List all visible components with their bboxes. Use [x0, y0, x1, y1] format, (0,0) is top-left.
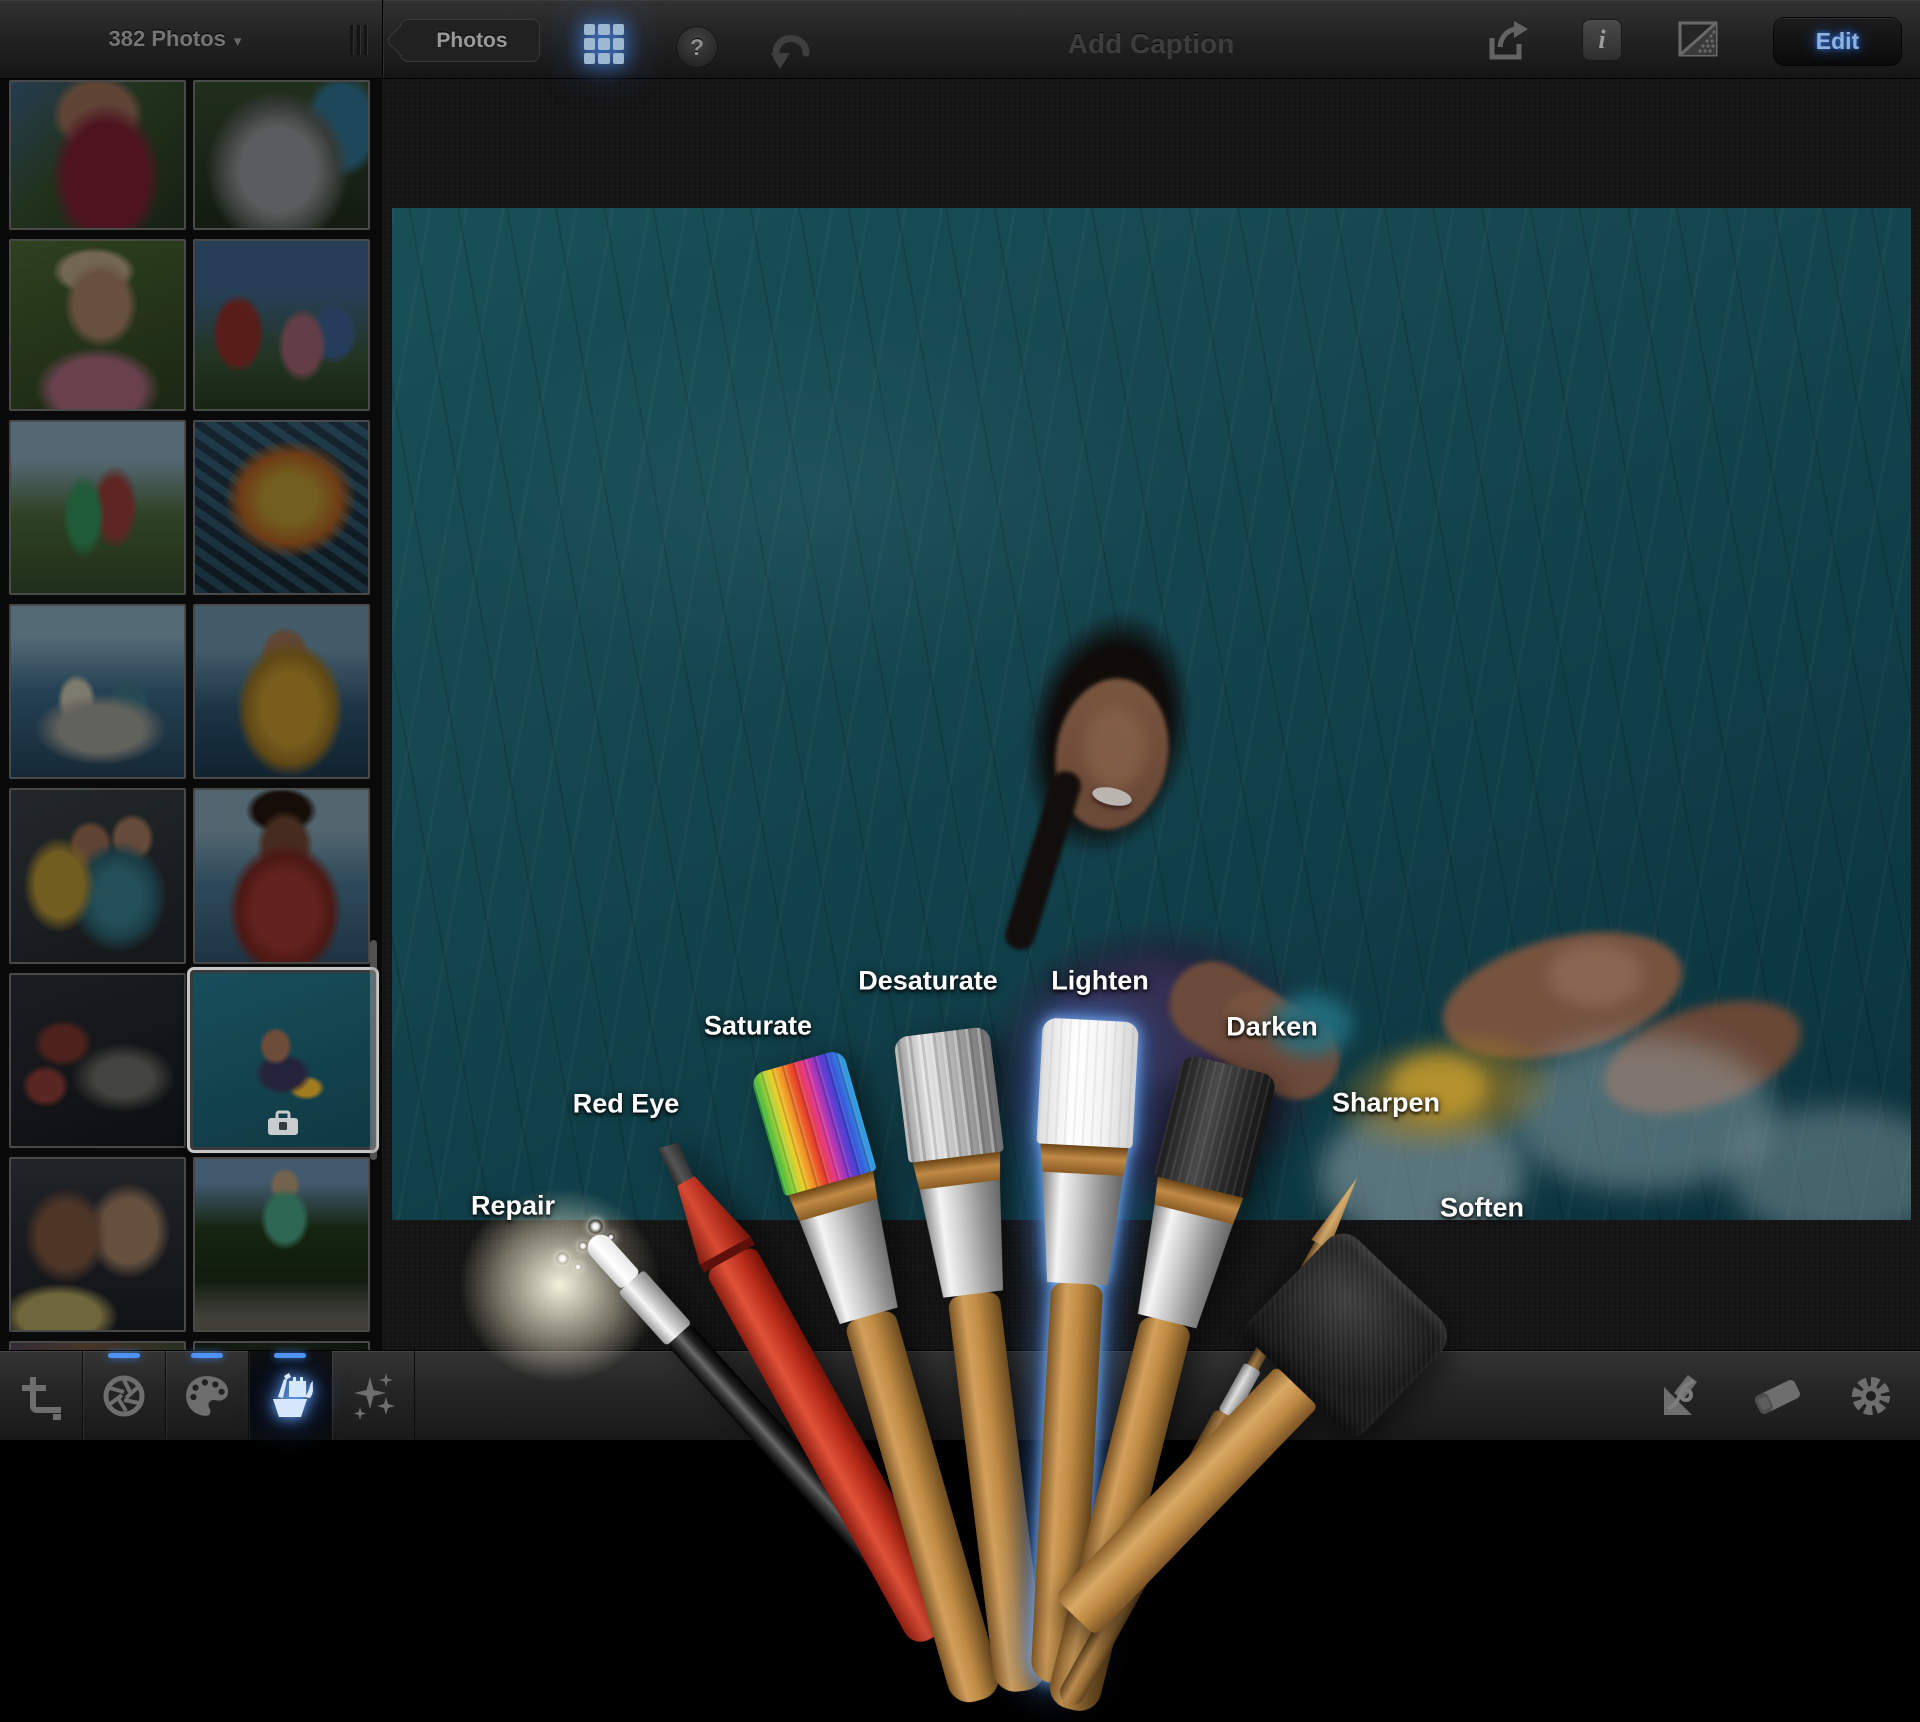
photo-count-label: 382 Photos	[109, 26, 226, 52]
thumbnail-photo[interactable]	[193, 239, 370, 411]
brushes-edits-indicator	[274, 1353, 306, 1358]
chevron-down-icon: ▾	[234, 28, 242, 50]
brush-label-darken: Darken	[1226, 1012, 1318, 1043]
info-icon: i	[1598, 25, 1605, 55]
tool-exposure[interactable]	[83, 1351, 166, 1440]
undo-button[interactable]	[764, 28, 814, 72]
thumbnail-photo-partial[interactable]	[9, 1341, 186, 1351]
sparkle-icon	[574, 1263, 582, 1271]
photo-canvas[interactable]	[392, 208, 1911, 1220]
thumbnail-photo[interactable]	[193, 788, 370, 964]
eraser-button[interactable]	[1746, 1351, 1808, 1440]
toolbar-divider	[382, 0, 383, 78]
thumbnail-photo[interactable]	[193, 80, 370, 230]
show-original-icon	[1676, 19, 1720, 59]
palette-icon	[183, 1373, 231, 1419]
settings-button[interactable]	[1840, 1351, 1902, 1440]
photo-dim-overlay	[392, 208, 1911, 1220]
thumbnail-photo[interactable]	[193, 420, 370, 595]
brush-ferrule	[1034, 1172, 1126, 1286]
tool-color[interactable]	[166, 1351, 249, 1440]
brush-label-saturate: Saturate	[704, 1011, 812, 1042]
brush-ferrule	[917, 1180, 1016, 1300]
sparkle-icon	[578, 1241, 588, 1251]
sparkle-icon	[556, 1252, 569, 1265]
color-edits-indicator	[191, 1353, 223, 1358]
brush-label-soften: Soften	[1440, 1193, 1524, 1224]
brush-bristles	[1036, 1017, 1138, 1148]
thumbnail-photo[interactable]	[9, 420, 186, 595]
show-strokes-button[interactable]	[1652, 1351, 1714, 1440]
toolbox-badge-icon	[266, 1110, 300, 1138]
brush-band	[1038, 1143, 1129, 1176]
eraser-icon	[1749, 1371, 1805, 1421]
share-icon	[1483, 19, 1531, 63]
thumbnail-photo[interactable]	[9, 604, 186, 779]
thumbnail-photo[interactable]	[193, 1157, 370, 1332]
photo-count-dropdown[interactable]: 382 Photos ▾	[0, 0, 350, 78]
aperture-icon	[100, 1372, 148, 1420]
brush-ferrule	[1125, 1204, 1235, 1332]
grid-view-icon[interactable]	[584, 24, 624, 64]
thumbnail-photo-partial[interactable]	[193, 1341, 370, 1351]
brush-label-red-eye: Red Eye	[573, 1089, 680, 1120]
tool-crop[interactable]	[0, 1351, 83, 1440]
sidebar-scrollbar[interactable]	[370, 940, 377, 1160]
brush-label-repair: Repair	[471, 1191, 555, 1222]
brush-bristles	[893, 1026, 1004, 1163]
exposure-edits-indicator	[108, 1353, 140, 1358]
sparkles-icon	[348, 1371, 398, 1421]
brush-label-lighten: Lighten	[1051, 966, 1148, 997]
show-original-button[interactable]	[1676, 19, 1720, 59]
thumbnail-photo-selected[interactable]	[187, 967, 379, 1153]
thumbnail-sidebar	[0, 78, 382, 1351]
brush-ferrule	[797, 1198, 910, 1327]
undo-icon	[764, 28, 814, 72]
tool-effects[interactable]	[332, 1351, 415, 1440]
thumbnail-photo[interactable]	[193, 604, 370, 779]
thumbnail-photo[interactable]	[9, 80, 186, 230]
tool-brushes-selected[interactable]	[249, 1351, 332, 1440]
edit-button-label: Edit	[1816, 28, 1859, 55]
info-button[interactable]: i	[1582, 19, 1622, 61]
brush-label-sharpen: Sharpen	[1332, 1088, 1440, 1119]
sparkle-icon	[588, 1219, 603, 1234]
crop-icon	[17, 1372, 65, 1420]
sparkle-icon	[607, 1233, 615, 1241]
brush-label-desaturate: Desaturate	[858, 966, 998, 997]
sidebar-drag-handle[interactable]	[350, 25, 372, 55]
add-caption-field[interactable]: Add Caption	[1068, 28, 1234, 60]
iphoto-app: { "header": { "photo_count": "382 Photos…	[0, 0, 1920, 1440]
thumbnail-photo[interactable]	[9, 1157, 186, 1332]
brush-stroke-icon	[1656, 1369, 1710, 1423]
share-button[interactable]	[1483, 19, 1531, 63]
edit-button[interactable]: Edit	[1773, 17, 1902, 66]
photos-back-button[interactable]: Photos	[400, 19, 540, 62]
brushes-icon	[265, 1371, 315, 1421]
photos-back-label: Photos	[432, 29, 507, 53]
top-toolbar: 382 Photos ▾ Photos ? Add Caption i	[0, 0, 1920, 79]
help-button[interactable]: ?	[676, 26, 718, 68]
thumbnail-photo[interactable]	[9, 239, 186, 411]
thumbnail-photo[interactable]	[9, 788, 186, 964]
question-mark-icon: ?	[690, 34, 704, 61]
gear-icon	[1847, 1372, 1895, 1420]
thumbnail-photo[interactable]	[9, 973, 186, 1148]
